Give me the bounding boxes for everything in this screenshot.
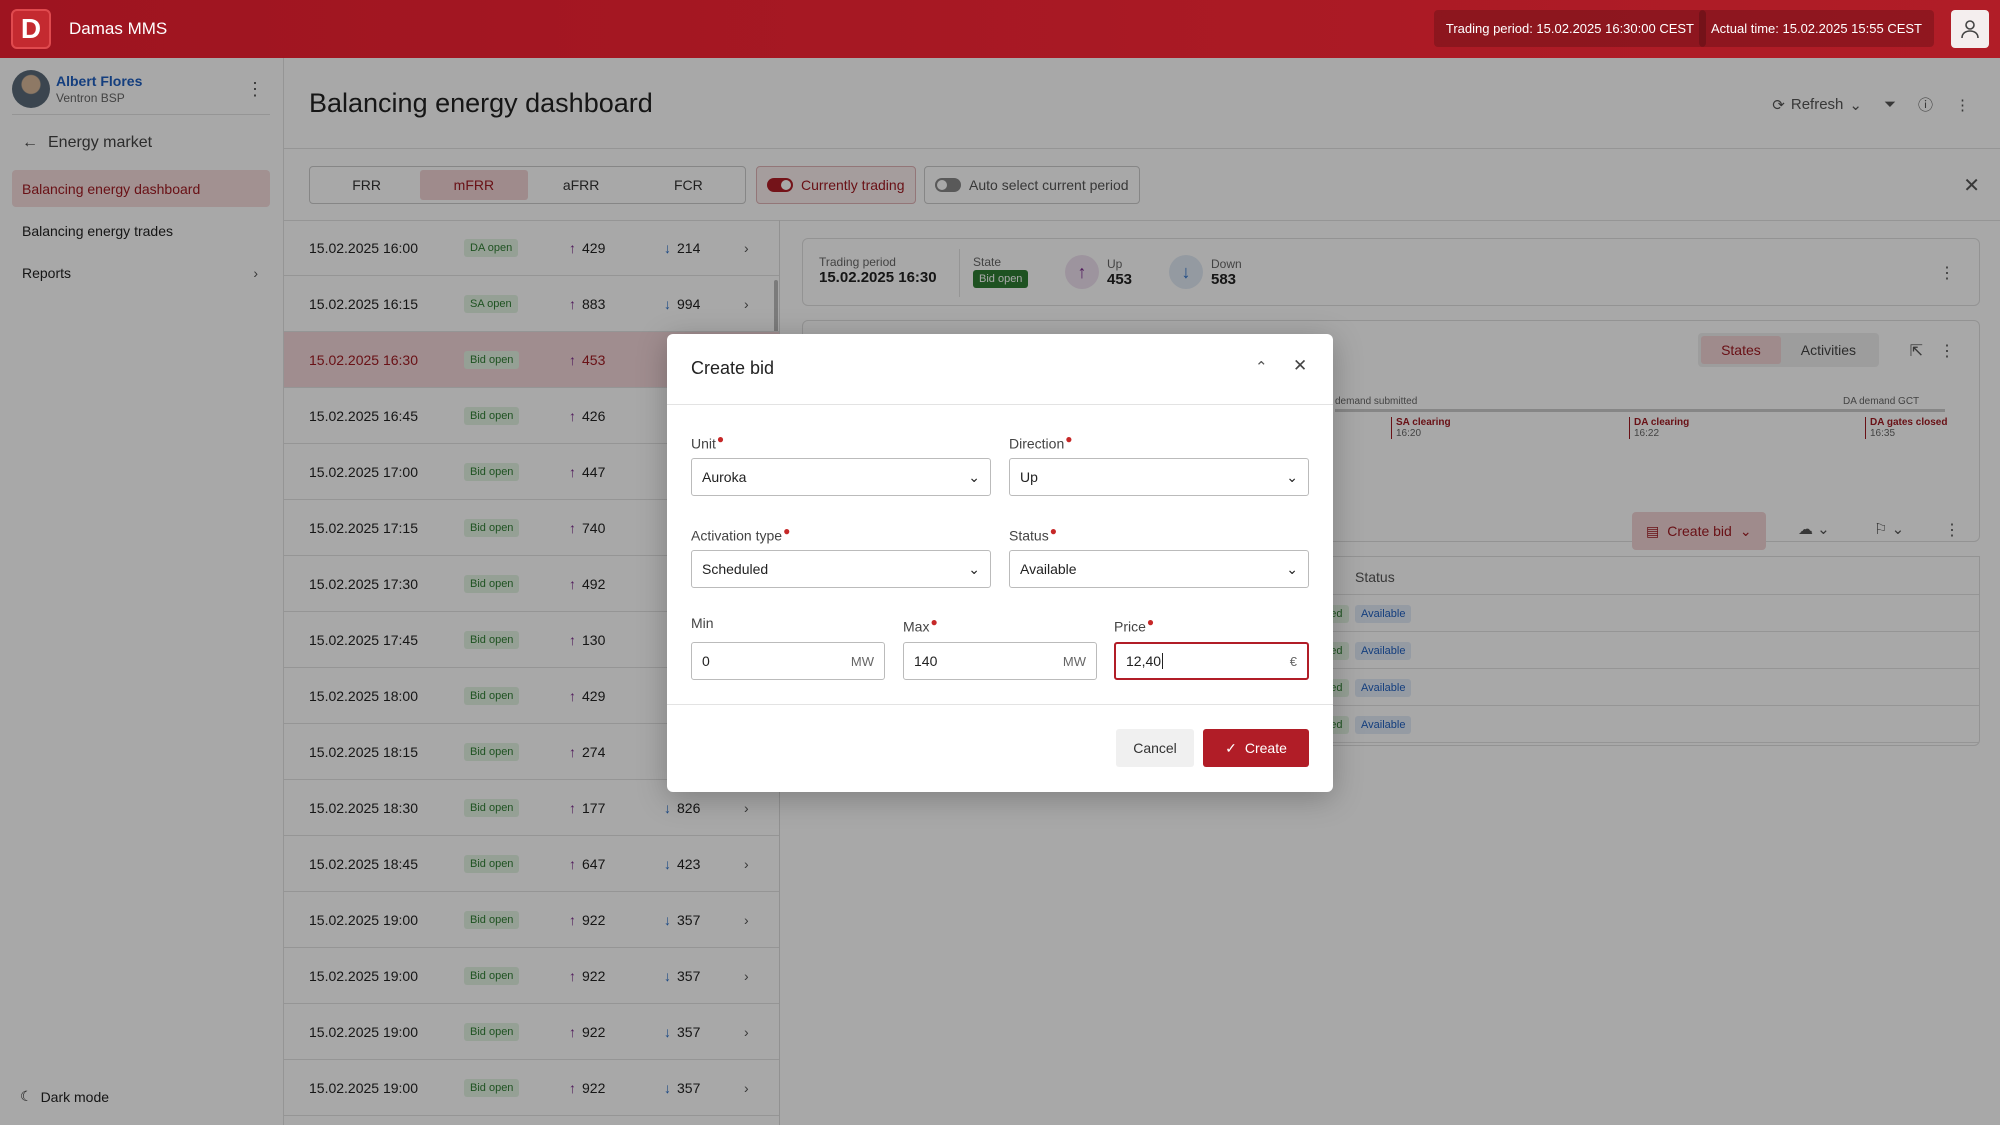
activation-type-label: Activation type● [691,524,790,544]
close-icon[interactable]: ✕ [1293,356,1307,376]
app-logo[interactable]: D [11,9,51,49]
user-menu-button[interactable] [1951,10,1989,48]
min-value: 0 [702,653,710,669]
price-label: Price● [1114,615,1154,635]
label-text: Direction [1009,435,1065,452]
unit-select[interactable]: Auroka ⌄ [691,458,991,496]
min-label: Min [691,615,714,631]
top-bar: D Damas MMS Trading period: 15.02.2025 1… [0,0,2000,58]
max-label: Max● [903,615,938,635]
label-text: Max [903,618,930,635]
create-bid-dialog: Create bid ⌃ ✕ Unit● Auroka ⌄ Direction● … [667,334,1333,792]
status-select[interactable]: Available ⌄ [1009,550,1309,588]
required-marker: ● [783,524,791,538]
label-text: Status [1009,527,1049,544]
create-label: Create [1244,740,1287,756]
unit-suffix: MW [1062,653,1086,669]
chevron-down-icon: ⌄ [1286,560,1298,577]
direction-value: Up [1020,469,1038,485]
required-marker: ● [1065,432,1073,446]
required-marker: ● [1049,524,1057,538]
user-icon [1961,20,1979,39]
text-cursor [1162,653,1164,669]
trading-period-pill: Trading period: 15.02.2025 16:30:00 CEST [1433,10,1706,47]
divider [667,404,1333,405]
cancel-button[interactable]: Cancel [1116,729,1194,767]
collapse-icon[interactable]: ⌃ [1255,358,1268,376]
unit-label: Unit● [691,432,724,452]
unit-value: Auroka [702,469,747,485]
chevron-down-icon: ⌄ [968,560,980,577]
required-marker: ● [1146,615,1155,629]
divider [667,704,1333,705]
activation-type-select[interactable]: Scheduled ⌄ [691,550,991,588]
status-value: Available [1020,561,1077,577]
max-value: 140 [914,653,938,669]
direction-select[interactable]: Up ⌄ [1009,458,1309,496]
max-input[interactable]: 140 MW [903,642,1097,680]
required-marker: ● [930,615,938,629]
price-text: 12,40 [1126,653,1162,669]
label-text: Price [1114,618,1146,635]
price-value: 12,40 [1126,653,1164,669]
activation-value: Scheduled [702,561,769,577]
min-input[interactable]: 0 MW [691,642,885,680]
unit-suffix: MW [850,653,874,669]
chevron-down-icon: ⌄ [1286,468,1298,485]
currency-suffix: € [1289,653,1297,669]
create-button[interactable]: ✓ Create [1203,729,1309,767]
chevron-down-icon: ⌄ [968,468,980,485]
status-label: Status● [1009,524,1057,544]
check-icon: ✓ [1225,739,1237,756]
direction-label: Direction● [1009,432,1073,452]
label-text: Activation type [691,527,783,544]
app-title: Damas MMS [69,19,168,38]
dialog-title: Create bid [691,358,775,378]
label-text: Unit [691,435,716,452]
actual-time-pill: Actual time: 15.02.2025 15:55 CEST [1698,10,1934,47]
price-input[interactable]: 12,40 € [1114,642,1309,680]
required-marker: ● [716,432,725,446]
